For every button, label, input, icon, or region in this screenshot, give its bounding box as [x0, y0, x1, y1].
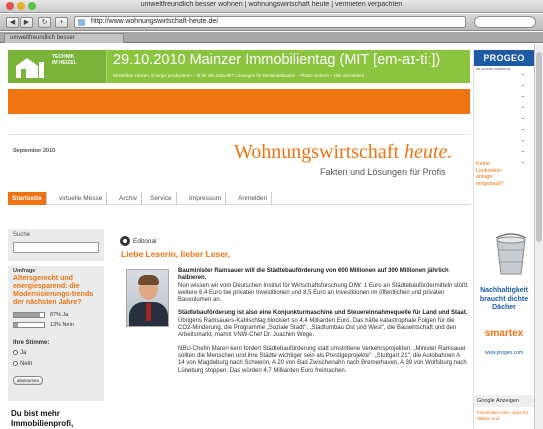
tab-strip: umweltfreundlich besser: [0, 32, 543, 43]
poll-result-no: 13% Nein: [50, 322, 74, 328]
banner-subtitle: Bestehbar Heizen, Energie produzieren – …: [113, 73, 365, 78]
address-text: http://www.wohnungswirtschaft-heute.de/: [91, 18, 219, 25]
logo-text: TECHNIK IM HEIZEL: [52, 54, 104, 66]
google-ads-label: Google Anzeigen: [474, 395, 534, 407]
editorial-title: Liebe Leserin, lieber Leser,: [121, 249, 231, 259]
photo-tie: [146, 303, 151, 321]
nav-item-startseite[interactable]: Startseite: [8, 192, 47, 205]
editorial-icon: [120, 236, 130, 246]
address-bar[interactable]: http://www.wohnungswirtschaft-heute.de/: [74, 16, 466, 28]
brand-italic: heute.: [404, 141, 453, 163]
title-bar: umweltfreundlich besser wohnen | wohnung…: [0, 0, 543, 13]
main-nav: Startseite virtuelle Messe Archiv Servic…: [8, 192, 470, 205]
close-window-button[interactable]: [6, 2, 14, 10]
option-no[interactable]: Nein: [13, 361, 32, 367]
ad-claim: Nachhaltigkeit braucht dichte Dächer: [479, 287, 529, 311]
poll-question: Altersgerecht und energiesparend: die Mo…: [13, 275, 94, 306]
favicon-icon: [78, 19, 85, 26]
web-page: TECHNIK IM HEIZEL 29.10.2010 Mainzer Imm…: [0, 44, 543, 429]
window-title: umweltfreundlich besser wohnen | wohnung…: [140, 1, 403, 8]
progeo-ad[interactable]: PROGEO we provide confidence Keine Leckn…: [473, 50, 534, 429]
search-label: Suche: [13, 232, 31, 238]
paragraph: Städtebauförderung ist also eine Konjunk…: [178, 310, 468, 339]
google-ad-link[interactable]: Immobilien-Jobs. Jobs für Makler und: [477, 410, 533, 421]
banner-logo: TECHNIK IM HEIZEL: [8, 50, 107, 83]
logo-line: IM HEIZEL: [52, 60, 77, 66]
nav-item-archiv[interactable]: Archiv: [115, 192, 143, 205]
editorial-label: Editorial: [133, 238, 157, 245]
vote-label: Ihre Stimme:: [13, 340, 50, 346]
water-drops: [522, 74, 524, 164]
banner-title: 29.10.2010 Mainzer Immobilientag (MIT [e…: [113, 52, 441, 68]
option-yes[interactable]: Ja: [13, 350, 26, 356]
add-bookmark-icon[interactable]: +: [55, 17, 68, 28]
ad-question: Keine Lecknekin-anlage eingebaut?: [476, 161, 504, 187]
vote-button[interactable]: abstimmen: [13, 376, 43, 385]
poll-bar-no: [13, 322, 45, 328]
nav-item-anmelden[interactable]: Anmelden: [234, 192, 273, 205]
forward-icon[interactable]: ▶: [20, 17, 33, 28]
site-tagline: Fakten und Lösungen für Profis: [320, 167, 446, 177]
browser-toolbar: ◀ ▶ ↻ + http://www.wohnungswirtschaft-he…: [0, 14, 543, 31]
maximize-window-button[interactable]: [28, 2, 36, 10]
ad-url[interactable]: www.progeo.com: [474, 350, 534, 356]
poll-label: Umfrage: [13, 268, 36, 274]
nav-item-virtuelle-messe[interactable]: virtuelle Messe: [55, 192, 108, 205]
site-search-input[interactable]: [13, 242, 99, 253]
nav-item-service[interactable]: Service: [146, 192, 177, 205]
smartex-logo: smartex: [484, 328, 524, 339]
radio-icon[interactable]: [13, 361, 18, 366]
poll-fill-yes: [14, 313, 41, 317]
paragraph-text: Übrigens Ramsauers-Kahlschlag blockiert …: [178, 317, 457, 339]
reload-icon[interactable]: ↻: [38, 17, 51, 28]
scroll-thumb[interactable]: [536, 52, 542, 242]
paragraph-text: Nun wissen wir vom Deutschen Institut fü…: [178, 282, 468, 304]
photo-hair: [138, 275, 159, 285]
progeo-tagline: we provide confidence: [476, 67, 511, 71]
bucket-icon: [495, 233, 527, 275]
author-photo: [126, 269, 169, 327]
paragraph: NBU-Chefin Maren kern fordert Städtebauf…: [178, 346, 468, 375]
paragraph-text: NBU-Chefin Maren kern fordert Städtebauf…: [178, 345, 467, 374]
divider: [8, 134, 470, 135]
sidebar-promo[interactable]: Du bist mehr Immobilienprofi,: [11, 409, 101, 429]
paragraph: Bauminister Ramsauer will die Städtebauf…: [178, 268, 468, 304]
back-icon[interactable]: ◀: [6, 17, 19, 28]
option-label: Nein: [20, 361, 33, 368]
editorial-body: Bauminister Ramsauer will die Städtebauf…: [178, 268, 468, 381]
radio-icon[interactable]: [13, 350, 18, 355]
search-input[interactable]: [474, 16, 536, 28]
house-icon: [16, 58, 44, 78]
event-banner[interactable]: TECHNIK IM HEIZEL 29.10.2010 Mainzer Imm…: [8, 50, 470, 83]
page-scrollbar[interactable]: [534, 44, 543, 429]
brand-main: Wohnungswirtschaft: [234, 141, 405, 163]
issue-date: September 2010: [13, 148, 56, 154]
paragraph-lead: Städtebauförderung ist also eine Konjunk…: [178, 310, 468, 317]
nav-item-impressum[interactable]: Impressum: [185, 192, 227, 205]
tab-current[interactable]: umweltfreundlich besser: [4, 33, 124, 43]
progeo-logo: PROGEO: [474, 50, 534, 66]
sidebar: Suche Umfrage Altersgerecht und energies…: [8, 229, 104, 429]
site-logo[interactable]: Wohnungswirtschaft heute.: [234, 141, 452, 164]
orange-ad-bar: [8, 89, 470, 114]
poll-result-yes: 87% Ja: [50, 312, 69, 318]
poll-panel: Umfrage Altersgerecht und energiesparend…: [8, 266, 104, 401]
paragraph-lead: Bauminister Ramsauer will die Städtebauf…: [178, 268, 449, 282]
option-label: Ja: [20, 350, 27, 357]
poll-bar-yes: [13, 312, 45, 318]
poll-fill-no: [14, 323, 18, 327]
search-panel: Suche: [8, 229, 104, 261]
minimize-window-button[interactable]: [17, 2, 25, 10]
